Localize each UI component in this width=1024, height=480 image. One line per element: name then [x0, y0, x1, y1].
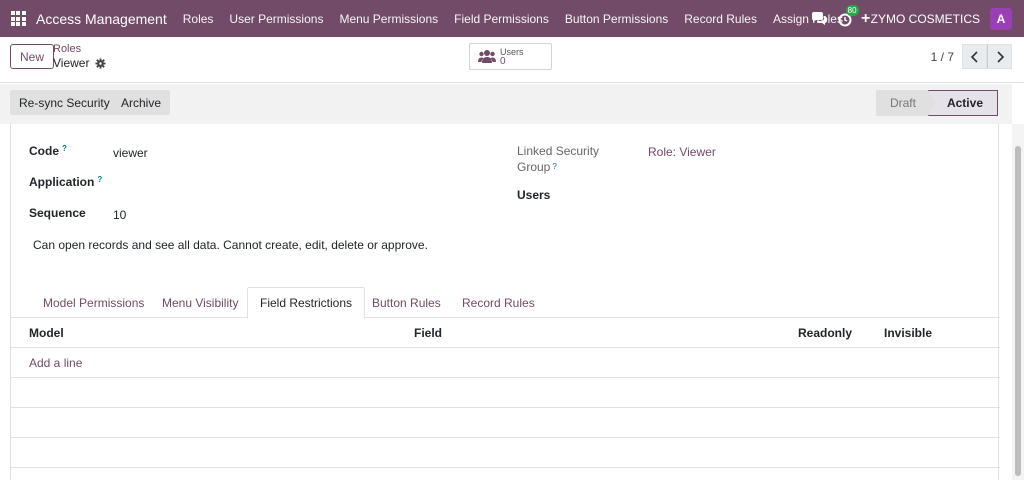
linked-group-help-icon[interactable]: ?	[552, 162, 556, 171]
users-stat-label: Users	[500, 46, 524, 57]
linked-security-group-label: Linked Security Group?	[517, 144, 600, 174]
add-line-link[interactable]: Add a line	[29, 356, 82, 370]
application-help-icon[interactable]: ?	[97, 175, 102, 184]
users-label: Users	[517, 188, 551, 202]
application-label: Application?	[29, 175, 103, 189]
form-sheet: Code? viewer Application? Sequence 10 Ca…	[10, 124, 1000, 480]
record-title: Viewer	[53, 56, 90, 70]
breadcrumb: Roles Viewer	[53, 43, 107, 70]
gear-icon[interactable]	[95, 57, 107, 69]
top-navbar: Access Management Roles User Permissions…	[0, 0, 1024, 37]
linked-security-group-link[interactable]: Role: Viewer	[648, 145, 716, 159]
chat-icon[interactable]	[811, 11, 827, 27]
users-smart-button[interactable]: Users 0	[469, 43, 552, 70]
pager-previous-button[interactable]	[962, 44, 987, 69]
scrollbar[interactable]	[1012, 124, 1024, 480]
empty-row	[11, 378, 1000, 408]
menu-item-field-permissions[interactable]: Field Permissions	[446, 12, 557, 26]
application-field[interactable]	[113, 177, 413, 191]
pager-next-button[interactable]	[987, 44, 1012, 69]
resync-security-button[interactable]: Re-sync Security	[10, 90, 119, 115]
menu-item-user-permissions[interactable]: User Permissions	[221, 12, 331, 26]
menu-item-roles[interactable]: Roles	[175, 12, 222, 26]
menu-item-button-permissions[interactable]: Button Permissions	[557, 12, 676, 26]
apps-grid-icon[interactable]	[0, 0, 36, 37]
users-icon	[478, 50, 496, 63]
tab-menu-visibility[interactable]: Menu Visibility	[162, 287, 238, 318]
pager: 1 / 7	[931, 44, 1012, 69]
chevron-right-icon	[996, 50, 1004, 63]
menu-item-menu-permissions[interactable]: Menu Permissions	[331, 12, 446, 26]
role-description[interactable]: Can open records and see all data. Canno…	[33, 238, 428, 252]
user-avatar[interactable]: A	[990, 7, 1012, 30]
main-menu: Roles User Permissions Menu Permissions …	[175, 10, 881, 28]
navbar-systray: 80 ZYMO COSMETICS A	[811, 0, 1024, 37]
scrollbar-thumb[interactable]	[1015, 146, 1021, 476]
status-draft[interactable]: Draft	[875, 90, 928, 116]
users-stat-value: 0	[500, 55, 506, 67]
chevron-left-icon	[970, 50, 978, 63]
company-switcher[interactable]: ZYMO COSMETICS	[871, 12, 980, 26]
activity-count-badge: 80	[845, 4, 859, 16]
code-help-icon[interactable]: ?	[62, 144, 67, 153]
control-panel: New Roles Viewer Users 0 1 / 7	[0, 37, 1024, 83]
tab-record-rules[interactable]: Record Rules	[462, 287, 535, 318]
tab-button-rules[interactable]: Button Rules	[372, 287, 441, 318]
status-bar: Draft Active	[875, 90, 998, 116]
menu-item-record-rules[interactable]: Record Rules	[676, 12, 765, 26]
sequence-label: Sequence	[29, 206, 86, 220]
archive-button[interactable]: Archive	[112, 90, 171, 115]
tab-model-permissions[interactable]: Model Permissions	[43, 287, 144, 318]
empty-row	[11, 438, 1000, 468]
app-name[interactable]: Access Management	[36, 11, 167, 27]
form-header: Re-sync Security Archive Draft Active	[0, 84, 1012, 124]
code-field[interactable]: viewer	[113, 146, 148, 160]
breadcrumb-parent-link[interactable]: Roles	[53, 43, 106, 55]
activity-icon[interactable]: 80	[837, 4, 859, 27]
breadcrumb-current: Viewer	[53, 56, 107, 70]
column-model[interactable]: Model	[29, 326, 64, 340]
column-readonly[interactable]: Readonly	[798, 326, 852, 340]
status-active[interactable]: Active	[927, 90, 998, 116]
empty-row	[11, 408, 1000, 438]
sequence-field[interactable]: 10	[113, 208, 126, 222]
column-invisible[interactable]: Invisible	[884, 326, 932, 340]
notebook-tabs: Model Permissions Menu Visibility Field …	[11, 287, 1000, 319]
column-field[interactable]: Field	[414, 326, 442, 340]
new-button[interactable]: New	[10, 44, 55, 69]
tab-field-restrictions[interactable]: Field Restrictions	[247, 287, 366, 319]
add-line-row: Add a line	[11, 348, 1000, 378]
code-label: Code?	[29, 144, 67, 158]
pager-value[interactable]: 1 / 7	[931, 50, 954, 64]
list-header: Model Field Readonly Invisible	[11, 318, 1000, 348]
